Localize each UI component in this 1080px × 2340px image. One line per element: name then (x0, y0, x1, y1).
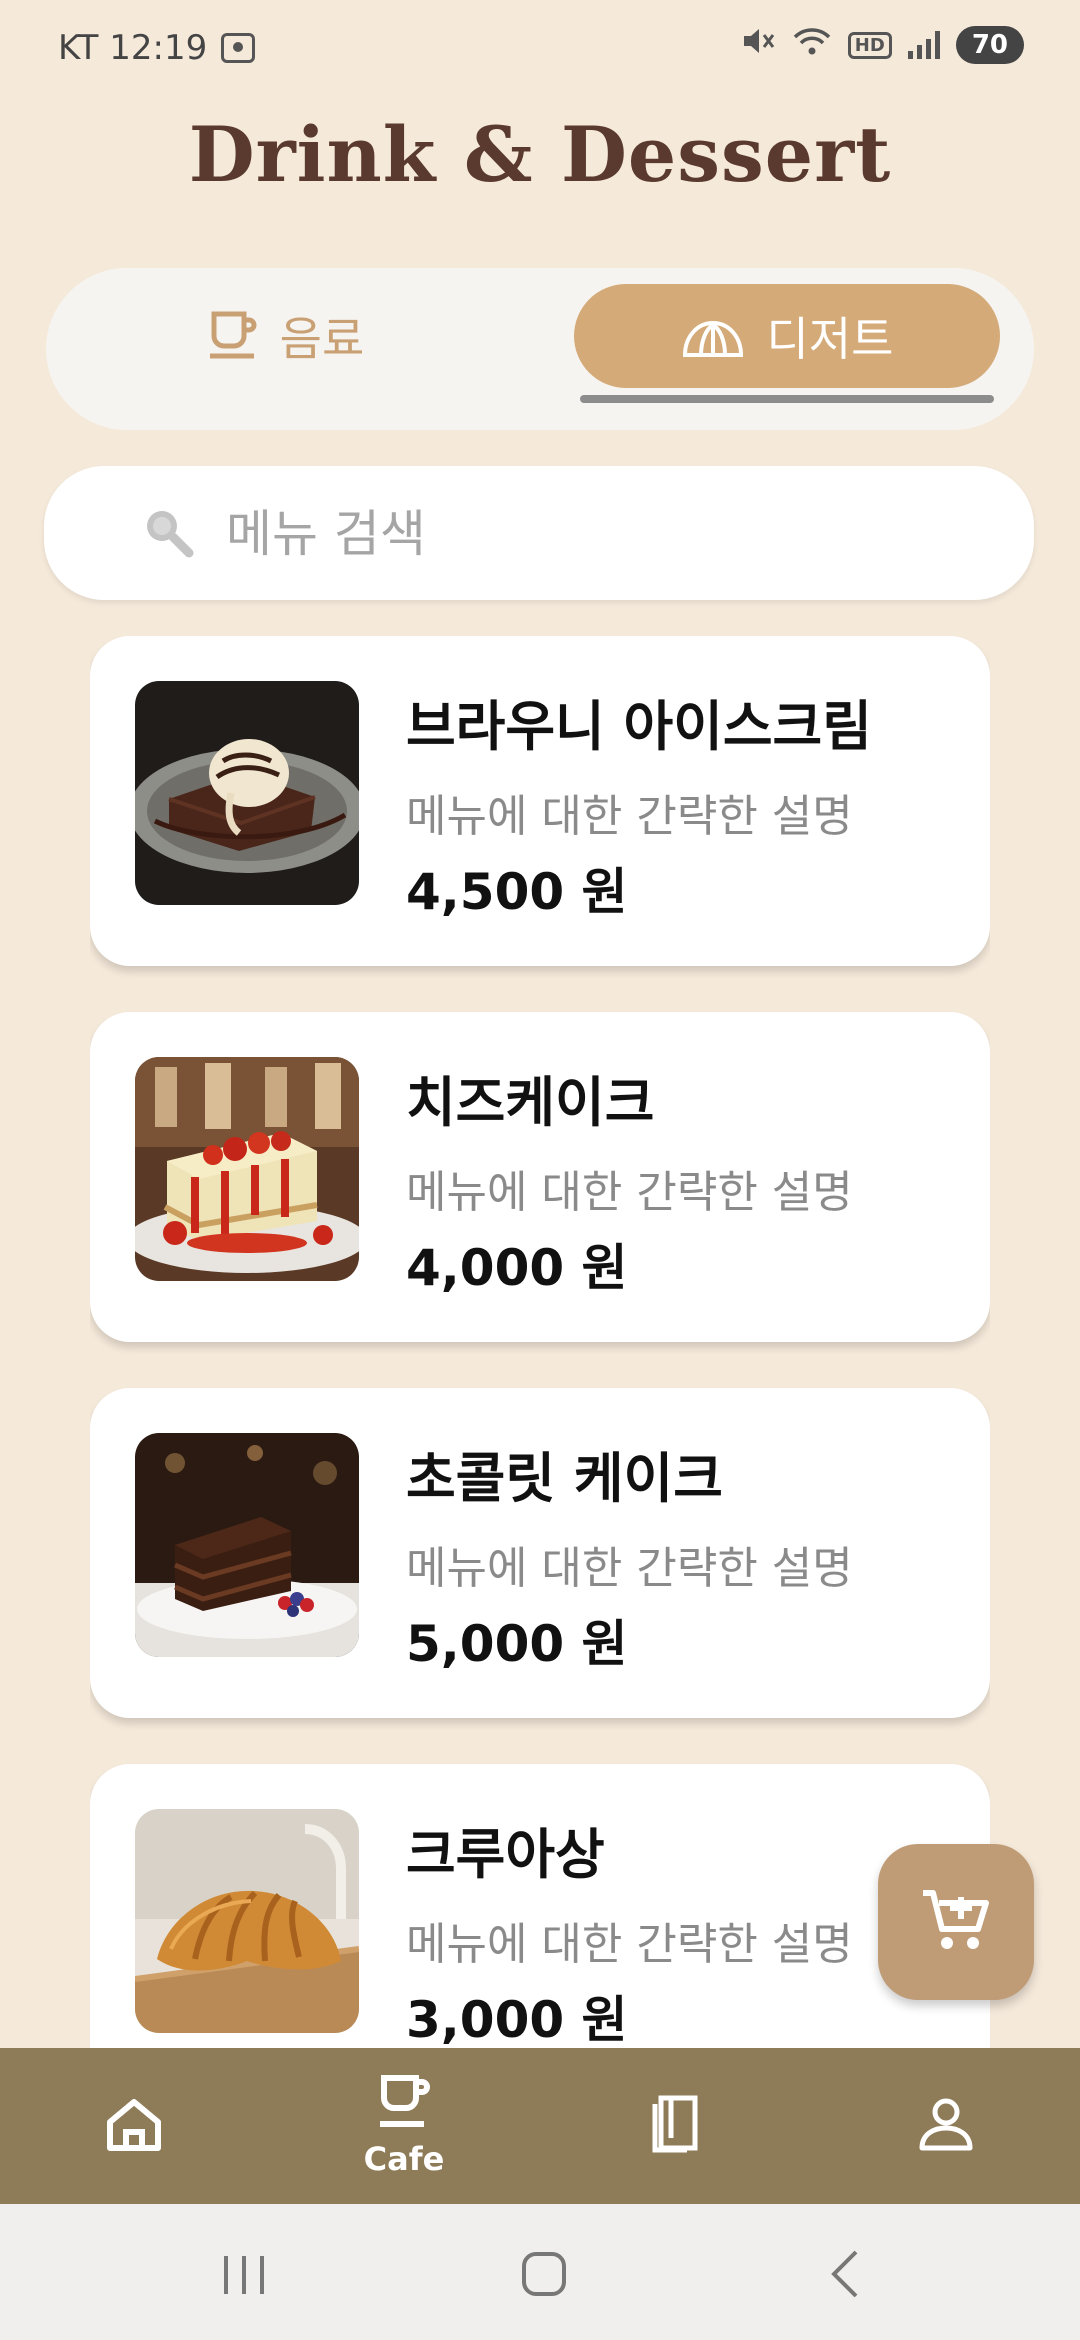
page-title: Drink & Dessert (188, 110, 892, 199)
nav-cafe[interactable]: Cafe (304, 2048, 504, 2204)
menu-name: 브라우니 아이스크림 (406, 695, 872, 758)
menu-image-chocolate-cake (135, 1433, 359, 1657)
menu-description: 메뉴에 대한 간략한 설명 (406, 1167, 853, 1218)
mute-icon (742, 26, 776, 64)
cart-add-icon (921, 1887, 991, 1957)
hd-badge: HD (847, 31, 892, 59)
search-input[interactable] (224, 496, 988, 572)
nav-book[interactable] (576, 2048, 776, 2204)
carrier-time: KT 12:19 (58, 28, 208, 68)
nav-home[interactable] (34, 2048, 234, 2204)
bottom-nav: Cafe (0, 2048, 1080, 2204)
menu-description: 메뉴에 대한 간략한 설명 (406, 1543, 853, 1594)
battery-indicator: 70 (955, 26, 1024, 64)
menu-image-brownie (135, 681, 359, 905)
nav-profile[interactable] (846, 2048, 1046, 2204)
search-icon (140, 504, 196, 560)
menu-price: 4,000 원 (406, 1239, 628, 1297)
category-tabs: 음료 디저트 (46, 268, 1034, 430)
system-nav-bar (0, 2204, 1080, 2340)
cup-icon (376, 2074, 432, 2134)
menu-card[interactable]: 치즈케이크 메뉴에 대한 간략한 설명 4,000 원 (90, 1012, 990, 1342)
home-button-icon[interactable] (514, 2244, 574, 2304)
tab-dessert[interactable]: 디저트 (574, 284, 1000, 388)
cup-icon (208, 310, 258, 362)
croissant-icon (681, 316, 745, 357)
wifi-icon (792, 26, 832, 64)
menu-card[interactable]: 크루아상 메뉴에 대한 간략한 설명 3,000 원 (90, 1764, 990, 2048)
nav-cafe-label: Cafe (363, 2140, 445, 2178)
home-icon (104, 2096, 164, 2156)
screenshot-icon (221, 33, 256, 63)
status-left: KT 12:19 (58, 28, 256, 68)
menu-description: 메뉴에 대한 간략한 설명 (406, 791, 853, 842)
selected-tab-indicator (580, 395, 994, 403)
search-bar (44, 466, 1034, 600)
menu-name: 치즈케이크 (406, 1071, 655, 1134)
menu-name: 초콜릿 케이크 (406, 1447, 723, 1510)
person-icon (918, 2096, 974, 2156)
menu-price: 3,000 원 (406, 1991, 628, 2048)
recent-apps-icon[interactable] (214, 2244, 274, 2304)
signal-icon (907, 31, 940, 59)
menu-list: 브라우니 아이스크림 메뉴에 대한 간략한 설명 4,500 원 치즈케이크 메… (90, 636, 990, 2048)
cart-button[interactable] (878, 1844, 1034, 2000)
tab-drink-label: 음료 (279, 312, 365, 366)
menu-card[interactable]: 브라우니 아이스크림 메뉴에 대한 간략한 설명 4,500 원 (90, 636, 990, 966)
menu-price: 4,500 원 (406, 863, 628, 921)
menu-image-cheesecake (135, 1057, 359, 1281)
menu-card[interactable]: 초콜릿 케이크 메뉴에 대한 간략한 설명 5,000 원 (90, 1388, 990, 1718)
status-bar: KT 12:19 HD 70 (0, 0, 1080, 100)
menu-name: 크루아상 (406, 1823, 605, 1886)
menu-description: 메뉴에 대한 간략한 설명 (406, 1919, 853, 1970)
menu-price: 5,000 원 (406, 1615, 628, 1673)
book-icon (651, 2094, 701, 2158)
tab-drink[interactable]: 음료 (126, 284, 446, 388)
back-icon[interactable] (818, 2244, 878, 2304)
menu-image-croissant (135, 1809, 359, 2033)
status-right: HD 70 (742, 26, 1024, 64)
tab-dessert-label: 디저트 (766, 312, 894, 366)
